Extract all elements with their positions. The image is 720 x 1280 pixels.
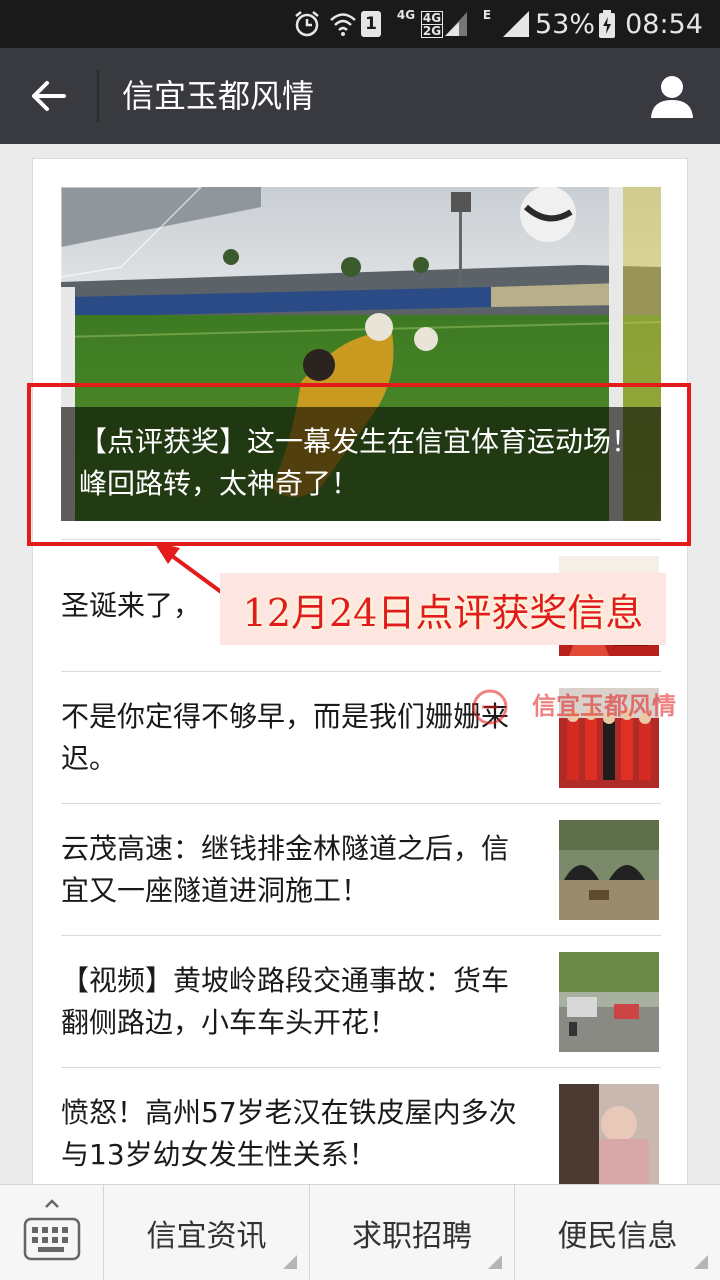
- battery-charging-icon: [596, 0, 618, 48]
- submenu-indicator-icon: [488, 1255, 502, 1269]
- header-divider: [97, 70, 99, 122]
- article-thumbnail: [559, 952, 659, 1052]
- tab-label: 求职招聘: [352, 1219, 472, 1254]
- sim-slot-badge: 1: [360, 0, 382, 48]
- article-title: 愤怒！高州57岁老汉在铁皮屋内多次与13岁幼女发生性关系！: [61, 1096, 517, 1171]
- keyboard-toggle-icon[interactable]: [0, 1185, 104, 1280]
- list-item[interactable]: 云茂高速：继钱排金林隧道之后，信宜又一座隧道进洞施工！: [61, 803, 661, 935]
- network-2g-label: 2G: [420, 23, 444, 38]
- alarm-icon: [290, 0, 324, 48]
- highlight-box: [27, 383, 691, 546]
- page-title: 信宜玉都风情: [122, 77, 315, 115]
- clock-time: 08:54: [625, 8, 703, 40]
- annotation-label: 12月24日点评获奖信息: [220, 573, 666, 645]
- submenu-indicator-icon: [283, 1255, 297, 1269]
- tab-label: 便民信息: [557, 1219, 678, 1254]
- article-list-card: 【点评获奖】这一幕发生在信宜体育运动场！峰回路转，太神奇了！ 圣诞来了， 不是你…: [32, 158, 688, 1198]
- tab-label: 信宜资讯: [146, 1219, 267, 1254]
- list-item[interactable]: 愤怒！高州57岁老汉在铁皮屋内多次与13岁幼女发生性关系！: [61, 1067, 661, 1199]
- article-title: 云茂高速：继钱排金林隧道之后，信宜又一座隧道进洞施工！: [61, 832, 510, 907]
- tab-job-recruitment[interactable]: 求职招聘: [310, 1185, 515, 1280]
- bottom-menu-bar: 信宜资讯 求职招聘 便民信息: [0, 1184, 720, 1280]
- article-thumbnail: [559, 1084, 659, 1184]
- network-e-label: E: [482, 8, 492, 22]
- submenu-indicator-icon: [694, 1255, 708, 1269]
- signal-strength-icon: [500, 0, 532, 48]
- profile-icon[interactable]: [648, 72, 696, 120]
- network-4g-top-label: 4G: [420, 10, 444, 25]
- tab-xinyi-news[interactable]: 信宜资讯: [104, 1185, 310, 1280]
- battery-percent: 53%: [534, 8, 595, 40]
- tab-public-info[interactable]: 便民信息: [515, 1185, 720, 1280]
- signal-bars-icon: [445, 12, 468, 36]
- back-arrow-icon[interactable]: [22, 70, 74, 122]
- wifi-icon: [326, 0, 360, 48]
- top-navigation-bar: 信宜玉都风情: [0, 48, 720, 144]
- article-thumbnail: [559, 820, 659, 920]
- network-4g-label: 4G: [396, 8, 416, 22]
- watermark-text: 信宜玉都风情: [532, 692, 676, 720]
- status-bar: 1 4G 4G 2G E 53% 08:54: [0, 0, 720, 48]
- article-title: 不是你定得不够早，而是我们姗姗来迟。: [61, 700, 510, 775]
- signal-4g2g-indicator: 4G 2G: [420, 0, 468, 48]
- watermark-logo: 信宜玉都风情: [470, 684, 690, 730]
- sim-slot-number: 1: [361, 11, 381, 37]
- article-title: 【视频】黄坡岭路段交通事故：货车翻侧路边，小车车头开花！: [61, 964, 510, 1039]
- list-item[interactable]: 【视频】黄坡岭路段交通事故：货车翻侧路边，小车车头开花！: [61, 935, 661, 1067]
